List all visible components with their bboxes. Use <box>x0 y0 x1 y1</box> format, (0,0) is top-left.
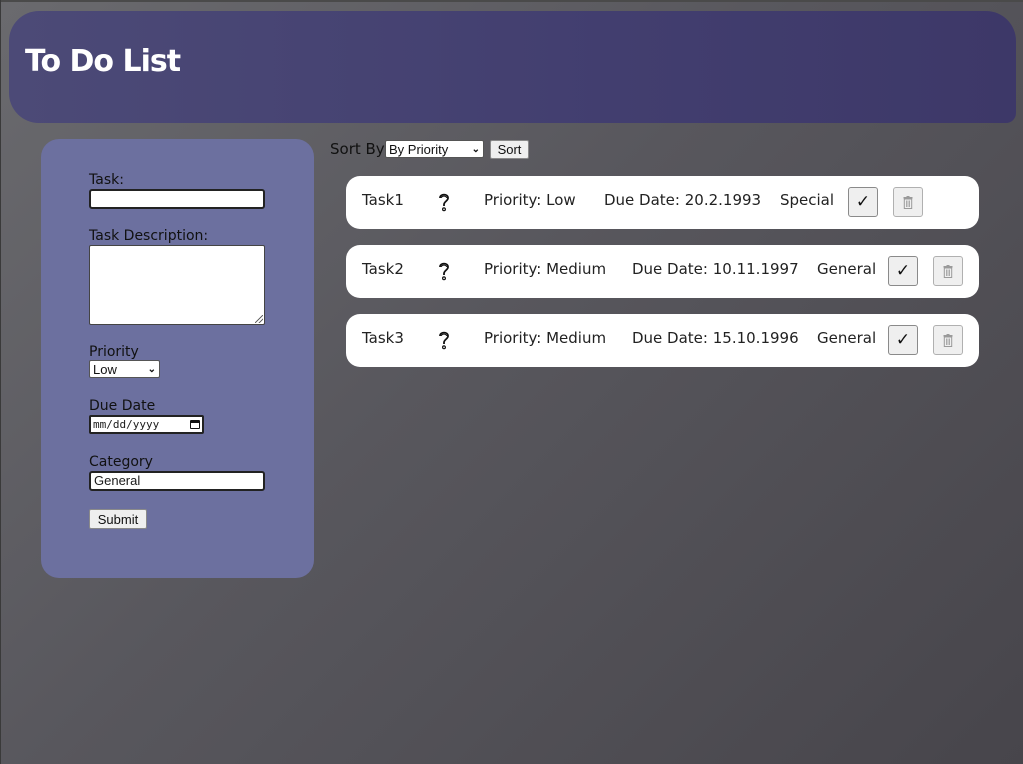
page-title: To Do List <box>25 44 181 79</box>
due-date-placeholder: mm/dd/yyyy <box>93 418 160 432</box>
window-top-edge <box>0 0 1023 2</box>
priority-field: Priority Low ⌄ <box>89 344 160 379</box>
delete-button[interactable] <box>933 256 963 286</box>
priority-label: Priority <box>89 344 139 360</box>
sort-by-label: Sort By <box>330 140 385 158</box>
task-category: Special <box>780 191 835 209</box>
description-textarea[interactable] <box>89 245 265 326</box>
trash-icon <box>903 195 913 209</box>
category-input[interactable]: General <box>89 471 265 492</box>
checkmark-icon: ✓ <box>895 260 911 281</box>
help-icon[interactable] <box>438 261 450 281</box>
calendar-icon[interactable] <box>190 420 200 430</box>
task-due-date: Due Date: 15.10.1996 <box>632 329 799 347</box>
due-date-field: Due Date mm/dd/yyyy <box>89 398 204 435</box>
task-due-date: Due Date: 20.2.1993 <box>604 191 762 209</box>
help-icon[interactable] <box>438 192 450 212</box>
category-label: Category <box>89 454 153 470</box>
task-category: General <box>817 329 877 347</box>
trash-icon <box>943 264 953 278</box>
help-icon[interactable] <box>438 330 450 350</box>
category-field: Category General <box>89 454 265 492</box>
checkmark-icon: ✓ <box>895 329 911 350</box>
submit-button[interactable]: Submit <box>89 509 147 529</box>
task-input[interactable] <box>89 189 265 210</box>
delete-button[interactable] <box>893 187 923 217</box>
priority-select[interactable]: Low ⌄ <box>89 360 160 379</box>
complete-button[interactable]: ✓ <box>848 187 878 217</box>
trash-icon <box>943 333 953 347</box>
task-priority: Priority: Medium <box>484 329 607 347</box>
sort-select[interactable]: By Priority ⌄ <box>385 140 484 158</box>
description-label: Task Description: <box>89 228 209 244</box>
description-field: Task Description: <box>89 228 265 326</box>
task-due-date: Due Date: 10.11.1997 <box>632 260 799 278</box>
task-name: Task3 <box>362 329 404 347</box>
app-header: To Do List <box>9 11 1016 123</box>
checkmark-icon: ✓ <box>855 191 871 212</box>
sort-selected-value: By Priority <box>389 141 449 157</box>
task-field: Task: <box>89 172 265 210</box>
task-label: Task: <box>89 172 124 188</box>
window-left-edge <box>0 0 1 764</box>
due-date-input[interactable]: mm/dd/yyyy <box>89 415 204 435</box>
task-card: Task3 Priority: Medium Due Date: 15.10.1… <box>346 314 979 367</box>
task-card: Task2 Priority: Medium Due Date: 10.11.1… <box>346 245 979 298</box>
sort-button[interactable]: Sort <box>490 140 529 159</box>
task-name: Task1 <box>362 191 404 209</box>
complete-button[interactable]: ✓ <box>888 256 918 286</box>
resize-grip-icon[interactable] <box>255 315 263 324</box>
task-card: Task1 Priority: Low Due Date: 20.2.1993 … <box>346 176 979 229</box>
new-task-form: Task: Task Description: Priority Low ⌄ D… <box>41 139 314 578</box>
task-category: General <box>817 260 877 278</box>
delete-button[interactable] <box>933 325 963 355</box>
complete-button[interactable]: ✓ <box>888 325 918 355</box>
due-date-label: Due Date <box>89 398 156 414</box>
chevron-down-icon: ⌄ <box>471 143 480 155</box>
task-priority: Priority: Medium <box>484 260 607 278</box>
chevron-down-icon: ⌄ <box>147 363 156 375</box>
task-name: Task2 <box>362 260 404 278</box>
priority-selected-value: Low <box>93 361 117 377</box>
task-priority: Priority: Low <box>484 191 576 209</box>
